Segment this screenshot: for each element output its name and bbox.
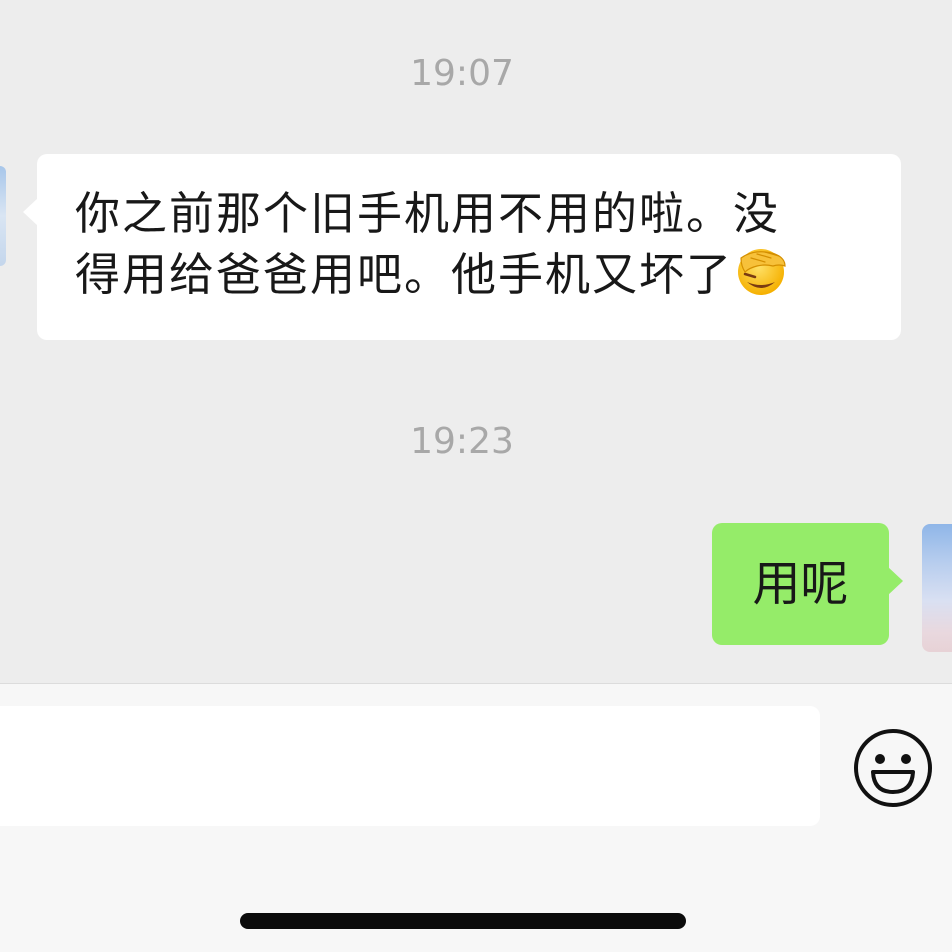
message-input[interactable]	[0, 706, 820, 826]
outgoing-message-text: 用呢	[752, 556, 849, 612]
user-avatar[interactable]	[922, 524, 952, 652]
chat-screen: 19:07 你之前那个旧手机用不用的啦。没 得用给爸爸用吧。他手机又坏了 19:…	[0, 0, 952, 952]
home-indicator[interactable]	[240, 913, 686, 929]
message-line: 你之前那个旧手机用不用的啦。没	[75, 187, 781, 240]
face-palm-emoji-icon	[738, 249, 786, 295]
input-bar	[0, 683, 952, 952]
timestamp: 19:23	[410, 421, 514, 462]
timestamp: 19:07	[410, 53, 514, 94]
message-line-text: 得用给爸爸用吧。他手机又坏了	[75, 248, 734, 301]
incoming-message-bubble[interactable]: 你之前那个旧手机用不用的啦。没 得用给爸爸用吧。他手机又坏了	[23, 154, 901, 340]
message-list[interactable]: 19:07 你之前那个旧手机用不用的啦。没 得用给爸爸用吧。他手机又坏了 19:…	[0, 0, 952, 683]
outgoing-message-bubble[interactable]: 用呢	[712, 523, 903, 645]
contact-avatar[interactable]	[0, 166, 6, 266]
incoming-message-text: 你之前那个旧手机用不用的啦。没 得用给爸爸用吧。他手机又坏了	[75, 184, 871, 305]
message-line-with-emoji: 得用给爸爸用吧。他手机又坏了	[75, 244, 871, 305]
smiley-face-icon[interactable]	[852, 727, 934, 809]
